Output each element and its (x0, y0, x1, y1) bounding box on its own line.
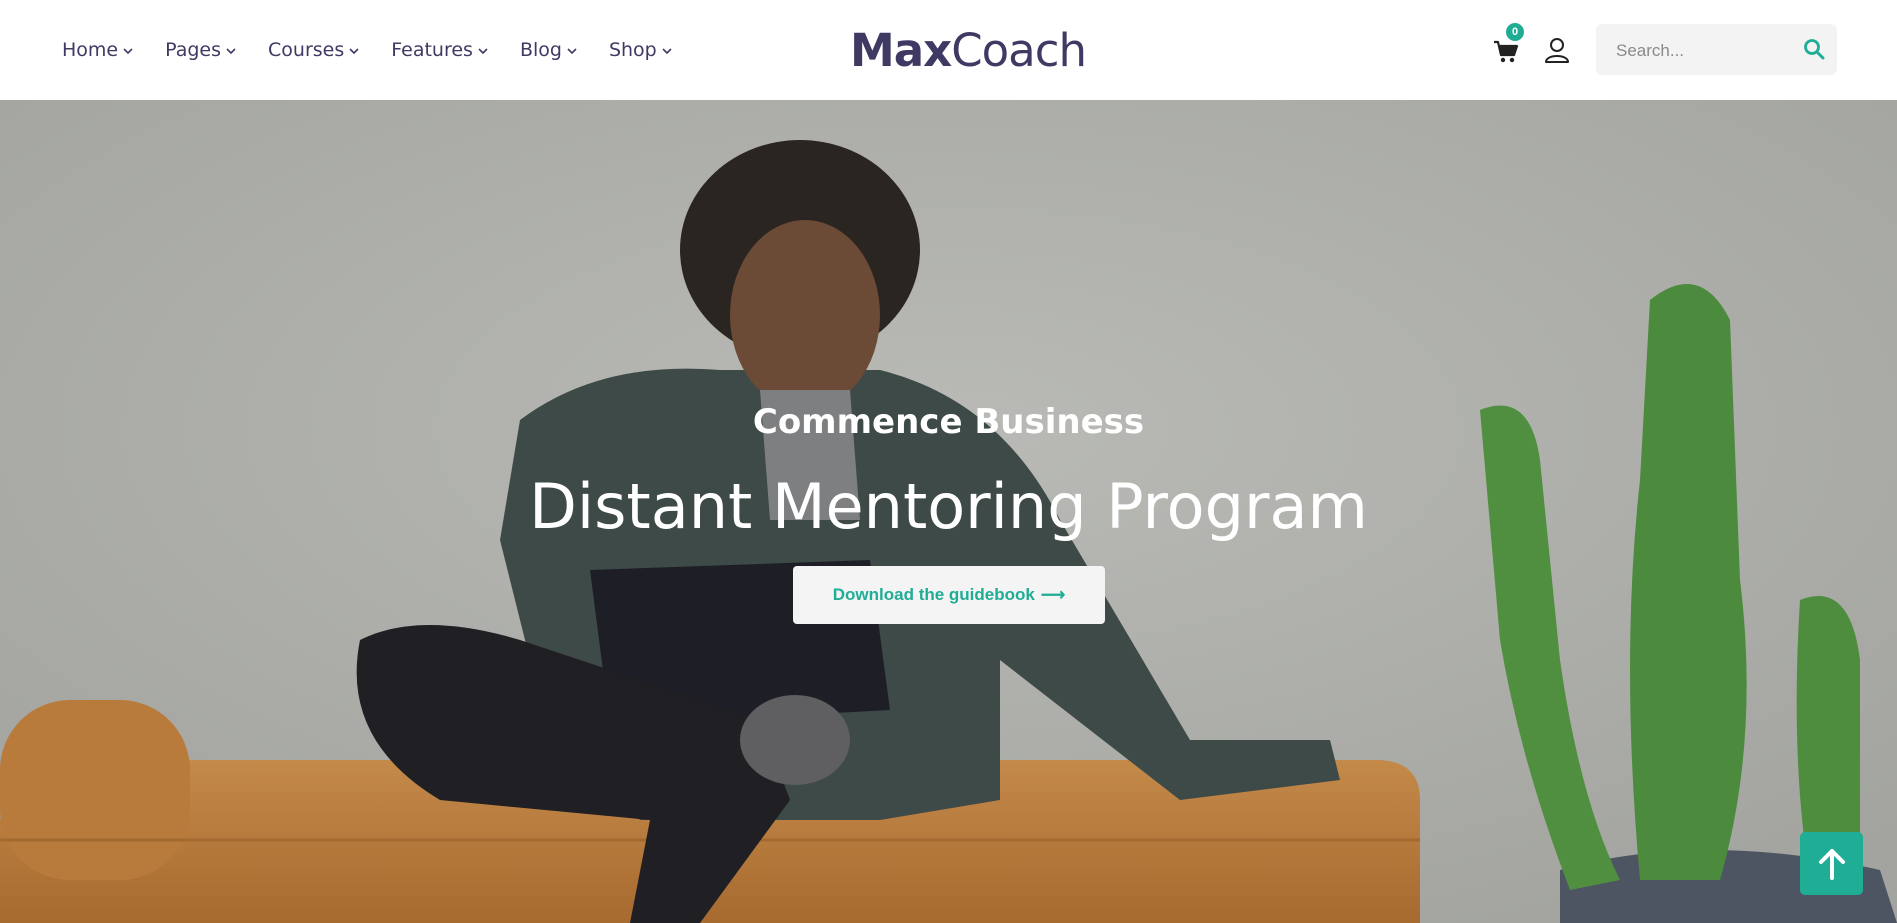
chevron-down-icon (226, 48, 236, 55)
chevron-down-icon (567, 48, 577, 55)
logo-part-max: Max (850, 24, 952, 77)
site-header: Home Pages Courses Features Blog Shop Ma… (0, 0, 1897, 100)
cart-icon[interactable] (1492, 37, 1520, 65)
hero-title: Distant Mentoring Program (529, 470, 1368, 543)
arrow-up-icon (1818, 848, 1845, 880)
main-nav: Home Pages Courses Features Blog Shop (62, 0, 704, 100)
scroll-to-top-button[interactable] (1800, 832, 1863, 895)
download-guidebook-button[interactable]: Download the guidebook ⟶ (793, 566, 1105, 624)
nav-item-label: Courses (268, 39, 345, 61)
cart-count-badge: 0 (1506, 23, 1524, 41)
logo-part-coach: Coach (951, 24, 1087, 77)
nav-item-courses[interactable]: Courses (268, 39, 360, 61)
site-logo[interactable]: Max Coach (850, 24, 1087, 77)
chevron-down-icon (478, 48, 488, 55)
nav-item-label: Features (391, 39, 473, 61)
nav-item-label: Blog (519, 39, 562, 61)
nav-item-home[interactable]: Home (62, 39, 134, 61)
chevron-down-icon (662, 48, 672, 55)
search-box (1596, 24, 1837, 77)
download-guidebook-label: Download the guidebook (832, 585, 1035, 604)
nav-item-blog[interactable]: Blog (520, 39, 578, 61)
search-icon[interactable] (1803, 38, 1825, 60)
nav-item-label: Pages (165, 39, 222, 61)
nav-item-label: Shop (608, 39, 657, 61)
chevron-down-icon (349, 48, 359, 55)
user-icon[interactable] (1544, 36, 1570, 64)
nav-item-features[interactable]: Features (391, 39, 489, 61)
nav-item-label: Home (62, 39, 119, 61)
chevron-down-icon (123, 48, 133, 55)
hero-banner: Commence Business Distant Mentoring Prog… (0, 100, 1897, 923)
hero-subtitle: Commence Business (752, 402, 1145, 442)
nav-item-pages[interactable]: Pages (165, 39, 237, 61)
nav-item-shop[interactable]: Shop (609, 39, 673, 61)
arrow-right-icon: ⟶ (1040, 585, 1066, 604)
search-input[interactable] (1614, 24, 1798, 77)
